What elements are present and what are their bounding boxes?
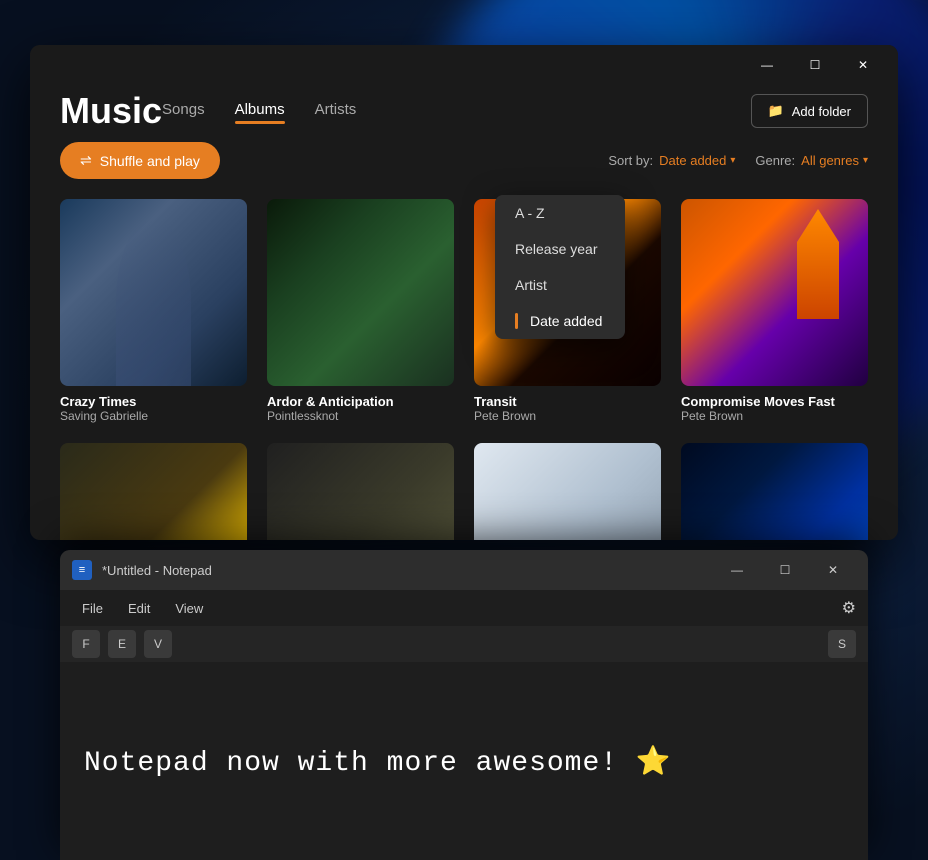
sort-by-label: Sort by: [608,153,653,168]
dropdown-label-date-added: Date added [530,313,602,329]
folder-icon: 📁 [768,103,784,119]
notepad-main-text: Notepad now with more awesome! [84,748,618,779]
notepad-window: ≡ *Untitled - Notepad — ☐ ✕ File Edit Vi… [60,550,868,860]
notepad-menu-edit[interactable]: Edit [118,597,160,620]
album-card-crazy-times[interactable]: Crazy Times Saving Gabrielle [60,199,247,423]
dropdown-item-date-added[interactable]: Date added [495,303,625,339]
shuffle-label: Shuffle and play [100,153,200,169]
sort-controls: Sort by: Date added ▾ Genre: All genres … [608,153,868,168]
album-art-ardor [267,199,454,386]
add-folder-label: Add folder [792,104,851,119]
notepad-content-area[interactable]: Notepad now with more awesome! ⭐ [60,662,868,860]
notepad-minimize-button[interactable]: — [714,554,760,586]
notepad-maximize-button[interactable]: ☐ [762,554,808,586]
music-content: ⇌ Shuffle and play Sort by: Date added ▾… [30,132,898,540]
album-card-ardor[interactable]: Ardor & Anticipation Pointlessknot [267,199,454,423]
album-artist-transit: Pete Brown [474,409,661,423]
notepad-star-emoji: ⭐ [636,748,672,779]
album-name-crazy-times: Crazy Times [60,394,247,409]
dropdown-label-az: A - Z [515,205,545,221]
nav-songs[interactable]: Songs [162,101,205,122]
notepad-shortcuts-bar: F E V S [60,626,868,662]
add-folder-button[interactable]: 📁 Add folder [751,94,868,128]
shortcut-s-key[interactable]: S [828,630,856,658]
album-name-compromise: Compromise Moves Fast [681,394,868,409]
shuffle-play-button[interactable]: ⇌ Shuffle and play [60,142,220,179]
genre-label: Genre: [755,153,795,168]
album-name-ardor: Ardor & Anticipation [267,394,454,409]
dropdown-item-az[interactable]: A - Z [495,195,625,231]
notepad-titlebar: ≡ *Untitled - Notepad — ☐ ✕ [60,550,868,590]
album-art-row2-1 [60,443,247,540]
nav-albums[interactable]: Albums [235,101,285,122]
album-art-compromise [681,199,868,386]
notepad-settings-button[interactable]: ⚙ [842,598,856,618]
album-card-row2-2[interactable] [267,443,454,540]
album-name-transit: Transit [474,394,661,409]
album-art-row2-3 [474,443,661,540]
album-artist-compromise: Pete Brown [681,409,868,423]
notepad-window-title: *Untitled - Notepad [102,563,704,578]
album-card-row2-4[interactable] [681,443,868,540]
music-maximize-button[interactable]: ☐ [792,49,838,81]
music-minimize-button[interactable]: — [744,49,790,81]
shortcut-e-key[interactable]: E [108,630,136,658]
albums-grid: Crazy Times Saving Gabrielle Ardor & Ant… [60,199,868,540]
album-card-compromise[interactable]: Compromise Moves Fast Pete Brown [681,199,868,423]
shortcut-v-key[interactable]: V [144,630,172,658]
genre-chevron-icon: ▾ [863,155,868,166]
dropdown-label-artist: Artist [515,277,547,293]
shortcut-f-key[interactable]: F [72,630,100,658]
notepad-window-controls: — ☐ ✕ [714,554,856,586]
sort-by-group: Sort by: Date added ▾ [608,153,735,168]
dropdown-item-artist[interactable]: Artist [495,267,625,303]
album-artist-ardor: Pointlessknot [267,409,454,423]
music-titlebar: — ☐ ✕ [30,45,898,85]
music-toolbar: ⇌ Shuffle and play Sort by: Date added ▾… [60,132,868,199]
sort-by-value[interactable]: Date added ▾ [659,153,735,168]
genre-value-text: All genres [801,153,859,168]
genre-group: Genre: All genres ▾ [755,153,868,168]
album-card-row2-3[interactable] [474,443,661,540]
album-art-row2-2 [267,443,454,540]
album-art-crazy-times [60,199,247,386]
music-close-button[interactable]: ✕ [840,49,886,81]
music-window: — ☐ ✕ Music Songs Albums Artists 📁 Add f… [30,45,898,540]
sort-by-value-text: Date added [659,153,726,168]
album-artist-crazy-times: Saving Gabrielle [60,409,247,423]
nav-artists[interactable]: Artists [315,101,357,122]
notepad-text-content: Notepad now with more awesome! ⭐ [84,744,672,779]
music-header-row: Music Songs Albums Artists 📁 Add folder [30,85,898,132]
notepad-menubar: File Edit View ⚙ [60,590,868,626]
album-card-row2-1[interactable] [60,443,247,540]
genre-value[interactable]: All genres ▾ [801,153,868,168]
notepad-close-button[interactable]: ✕ [810,554,856,586]
dropdown-label-release-year: Release year [515,241,598,257]
album-art-row2-4 [681,443,868,540]
notepad-menu-file[interactable]: File [72,597,113,620]
notepad-app-icon: ≡ [72,560,92,580]
music-nav: Songs Albums Artists [162,101,356,122]
sort-dropdown-menu: A - Z Release year Artist Date added [495,195,625,339]
music-window-controls: — ☐ ✕ [744,49,886,81]
music-app-title: Music [60,90,162,132]
shuffle-icon: ⇌ [80,152,92,169]
dropdown-item-release-year[interactable]: Release year [495,231,625,267]
notepad-menu-view[interactable]: View [165,597,213,620]
sort-chevron-icon: ▾ [730,155,735,166]
